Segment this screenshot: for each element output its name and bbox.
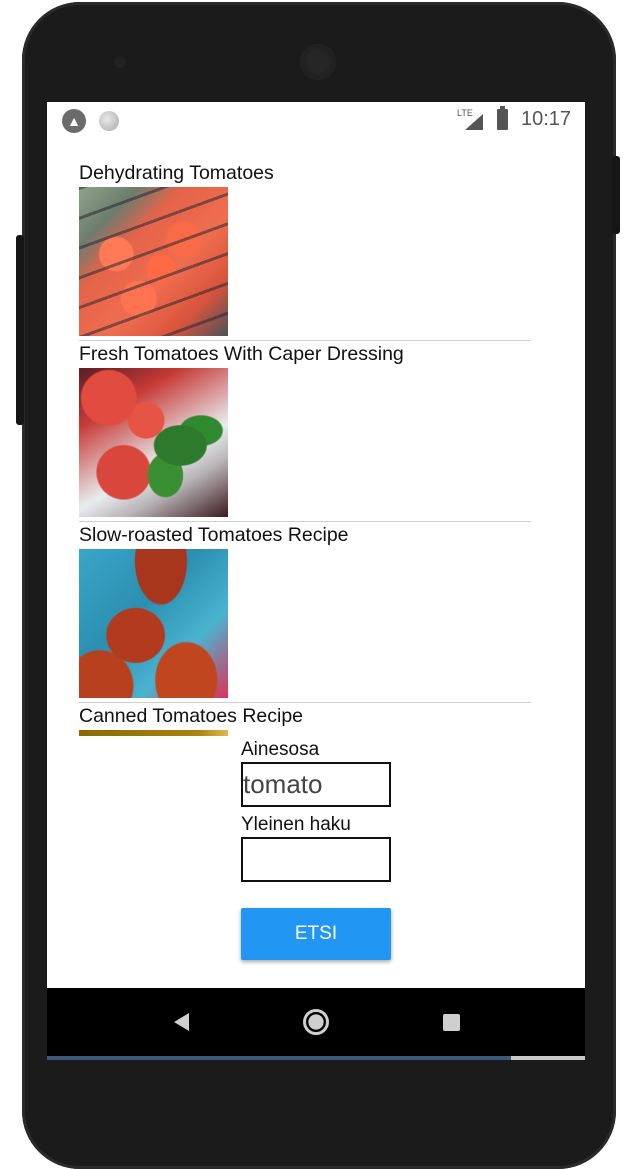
caper-tomatoes-photo[interactable] <box>79 368 228 517</box>
home-icon <box>303 1009 329 1035</box>
front-camera <box>114 56 126 68</box>
recent-apps-icon <box>442 1013 460 1031</box>
recipe-title: Dehydrating Tomatoes <box>79 162 274 184</box>
recipe-item[interactable]: Slow-roasted Tomatoes Recipe <box>79 522 531 703</box>
back-button[interactable] <box>151 988 211 1056</box>
home-button[interactable] <box>286 988 346 1056</box>
recipe-list: Dehydrating Tomatoes Fresh Tomatoes With… <box>79 160 531 739</box>
general-search-input[interactable] <box>241 837 391 882</box>
power-button <box>612 156 620 234</box>
app-screen: ▲ LTE 10:17 Dehydrating Tomatoes Fresh T… <box>47 102 585 988</box>
navigation-bar <box>47 988 585 1056</box>
status-bar: ▲ LTE 10:17 <box>47 102 585 140</box>
volume-button <box>16 235 24 425</box>
app-notification-icon: ▲ <box>62 109 86 133</box>
recent-apps-button[interactable] <box>421 988 481 1056</box>
recipe-item[interactable]: Fresh Tomatoes With Caper Dressing <box>79 341 531 522</box>
recipe-title: Fresh Tomatoes With Caper Dressing <box>79 343 404 365</box>
battery-icon <box>497 106 508 130</box>
ingredient-label: Ainesosa <box>241 739 320 760</box>
ingredient-input[interactable] <box>241 762 391 807</box>
signal-strength-icon <box>465 114 483 130</box>
status-dot-icon <box>99 111 119 131</box>
earpiece-speaker <box>300 44 336 80</box>
roasted-tomatoes-photo[interactable] <box>79 549 228 698</box>
canned-tomatoes-photo[interactable] <box>79 730 228 736</box>
recipe-title: Slow-roasted Tomatoes Recipe <box>79 524 349 546</box>
dehydrated-tomatoes-photo[interactable] <box>79 187 228 336</box>
status-time: 10:17 <box>521 108 572 130</box>
search-form: Ainesosa Yleinen haku <box>241 738 401 882</box>
search-button[interactable]: ETSI <box>241 908 391 960</box>
recipe-item[interactable]: Canned Tomatoes Recipe <box>79 703 531 739</box>
recipe-item[interactable]: Dehydrating Tomatoes <box>79 160 531 341</box>
recipe-title: Canned Tomatoes Recipe <box>79 705 304 727</box>
nav-indicator-line <box>47 1056 585 1060</box>
general-search-label: Yleinen haku <box>241 814 351 835</box>
signal-icon: LTE <box>455 108 485 130</box>
back-icon <box>173 1013 189 1031</box>
